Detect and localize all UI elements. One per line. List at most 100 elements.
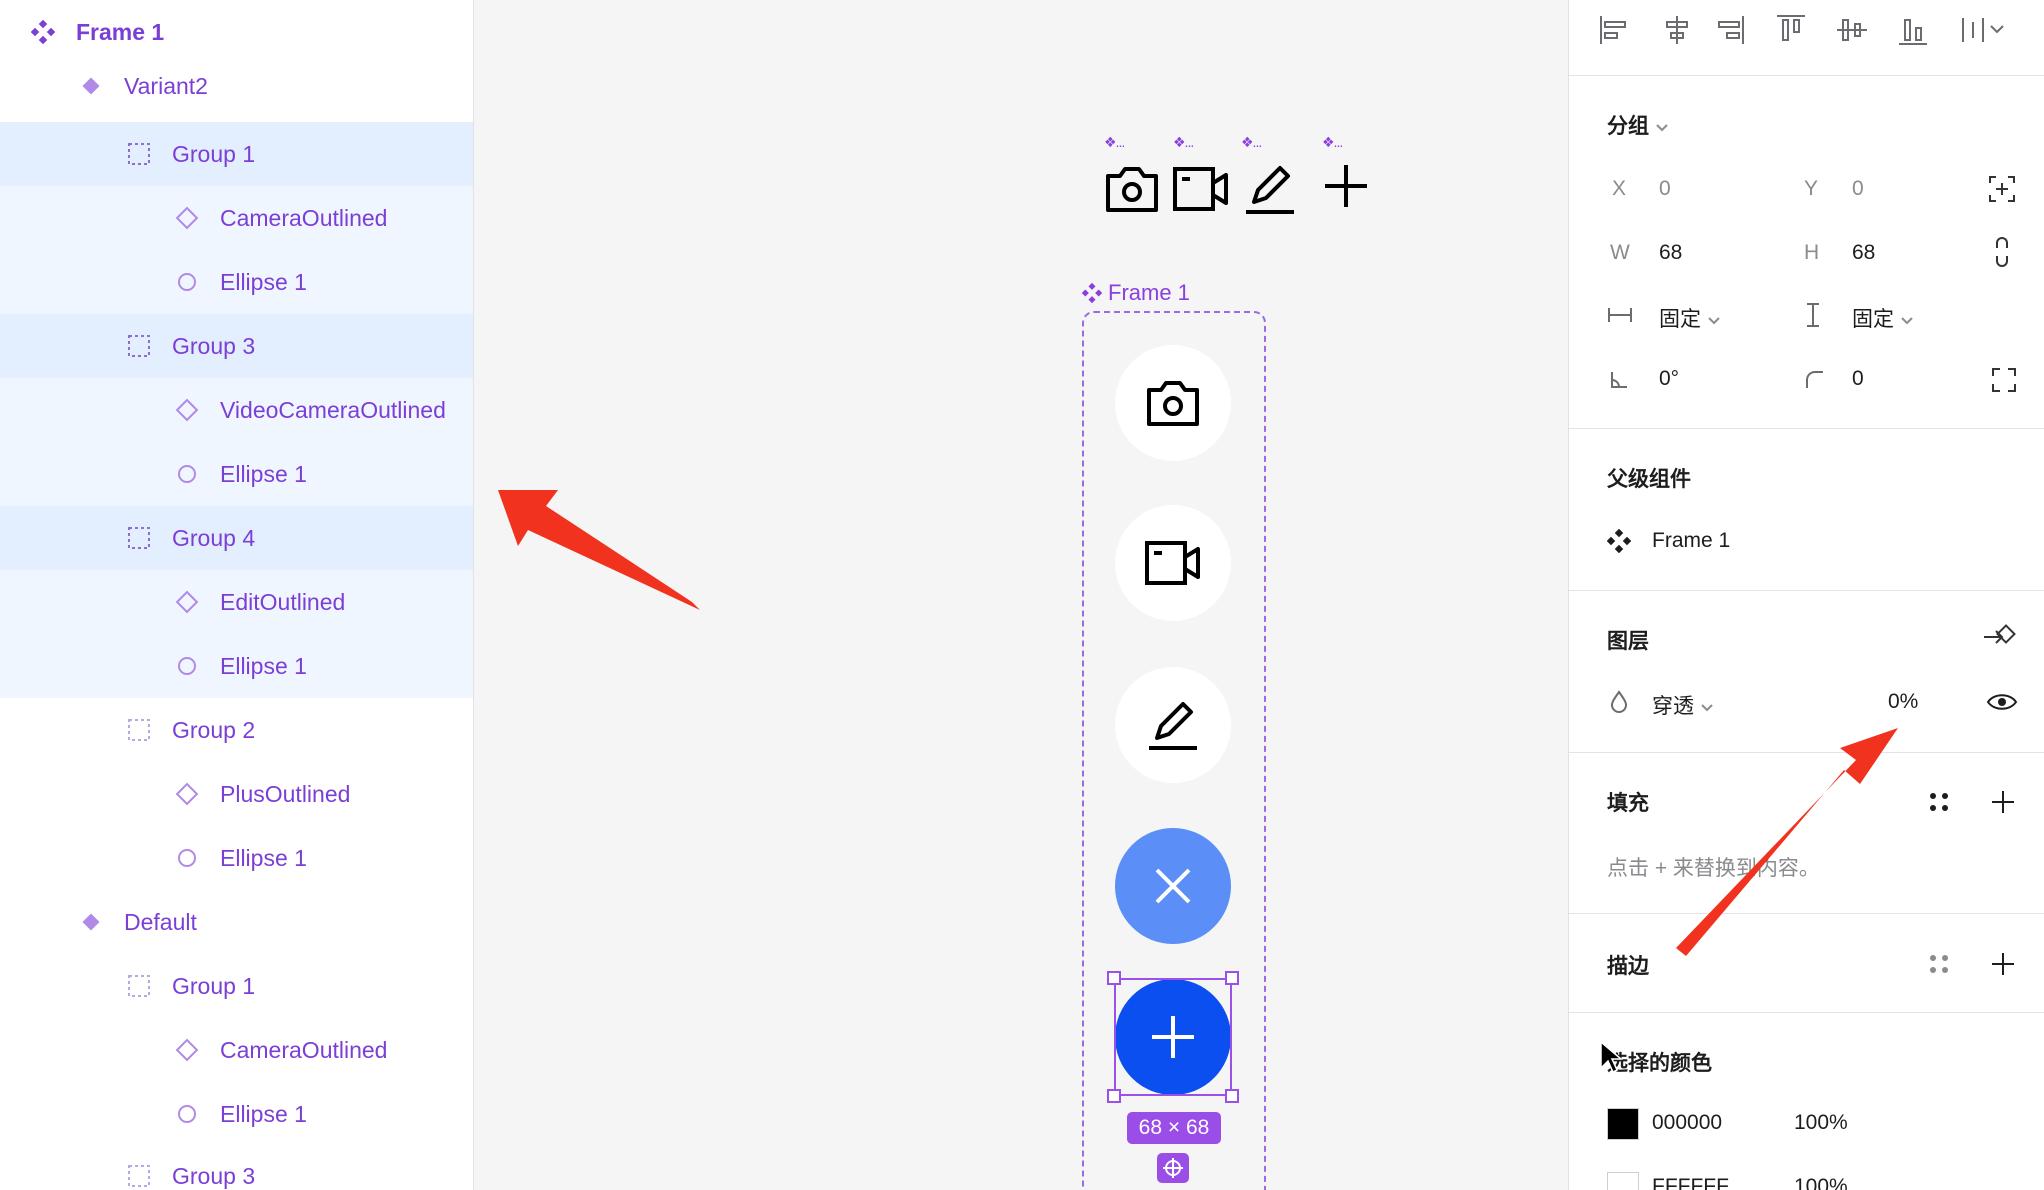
edit-button[interactable]	[1115, 667, 1231, 783]
style-grid-icon[interactable]	[1927, 790, 1951, 814]
layer-row-edit[interactable]: EditOutlined	[0, 570, 473, 634]
stroke-section-title: 描边	[1607, 955, 1649, 978]
layer-row-ellipse[interactable]: Ellipse 1	[0, 634, 473, 698]
chevron-down-icon	[1708, 317, 1720, 325]
variant-diamond-icon	[78, 909, 104, 935]
layer-row-group1[interactable]: Group 1	[0, 954, 473, 1018]
frame-label-text: Frame 1	[1108, 280, 1190, 305]
group-icon	[126, 525, 152, 551]
plus-outlined-icon[interactable]	[1322, 162, 1370, 210]
group-icon	[126, 717, 152, 743]
component-tag[interactable]: ❖...	[1241, 134, 1262, 151]
layer-label: Ellipse 1	[220, 652, 307, 679]
layer-row-group4[interactable]: Group 4	[0, 506, 473, 570]
camera-icon	[1147, 381, 1199, 426]
color-swatch[interactable]	[1607, 1172, 1639, 1190]
component-tag[interactable]: ❖...	[1322, 134, 1343, 151]
edit-icon	[1149, 702, 1197, 750]
layer-row-videocamera[interactable]: VideoCameraOutlined	[0, 378, 473, 442]
instance-diamond-icon	[174, 1037, 200, 1063]
ellipse-icon	[174, 461, 200, 487]
video-camera-outlined-icon[interactable]	[1172, 166, 1230, 212]
parent-component-link[interactable]: Frame 1	[1652, 529, 1730, 553]
eye-icon[interactable]	[1986, 690, 2018, 714]
width-field[interactable]: 68	[1659, 241, 1682, 265]
layer-row-ellipse[interactable]: Ellipse 1	[0, 826, 473, 890]
component-tag[interactable]: ❖...	[1104, 134, 1125, 151]
camera-button[interactable]	[1115, 345, 1231, 461]
layer-label: VideoCameraOutlined	[220, 396, 446, 423]
layer-row-ellipse[interactable]: Ellipse 1	[0, 442, 473, 506]
blend-mode-dropdown[interactable]: 穿透	[1652, 690, 1714, 720]
layer-section-title: 图层	[1607, 630, 1649, 653]
layer-label: Default	[124, 908, 197, 935]
layer-row-camera[interactable]: CameraOutlined	[0, 1018, 473, 1082]
instance-diamond-icon	[174, 205, 200, 231]
camera-outlined-icon[interactable]	[1104, 164, 1160, 214]
color-swatch[interactable]	[1607, 1108, 1639, 1140]
layer-row-ellipse[interactable]: Ellipse 1	[0, 1082, 473, 1146]
target-icon[interactable]	[1157, 1153, 1189, 1183]
video-camera-button[interactable]	[1115, 505, 1231, 621]
fill-hint: 点击 + 来替换到内容。	[1607, 857, 1820, 880]
position-icon[interactable]	[1987, 174, 2017, 204]
layers-panel: Frame 1 Variant2 Group 1 CameraOutlined …	[0, 0, 474, 1190]
constrain-proportions-icon[interactable]	[1993, 236, 2011, 268]
layer-row-ellipse[interactable]: Ellipse 1	[0, 250, 473, 314]
add-stroke-icon[interactable]	[1990, 951, 2016, 977]
resize-handle-tl[interactable]	[1107, 971, 1121, 985]
align-toolbar[interactable]	[1597, 10, 2037, 50]
layer-row-group3[interactable]: Group 3	[0, 1144, 473, 1190]
ellipse-icon	[174, 269, 200, 295]
layer-label: Group 1	[172, 972, 256, 999]
layer-row-plus[interactable]: PlusOutlined	[0, 762, 473, 826]
independent-corners-icon[interactable]	[1991, 367, 2017, 393]
close-icon	[1155, 868, 1191, 904]
vertical-constraint-dropdown[interactable]: 固定	[1852, 303, 1914, 333]
resize-handle-br[interactable]	[1225, 1089, 1239, 1103]
add-fill-icon[interactable]	[1990, 789, 2016, 815]
opacity-field[interactable]: 0%	[1888, 690, 1918, 714]
x-field[interactable]: 0	[1659, 177, 1671, 201]
edit-outlined-icon[interactable]	[1244, 162, 1296, 216]
resize-handle-bl[interactable]	[1107, 1089, 1121, 1103]
group-section-title[interactable]: 分组	[1607, 110, 1669, 140]
layer-row-camera[interactable]: CameraOutlined	[0, 186, 473, 250]
instance-diamond-icon	[174, 781, 200, 807]
layer-label: CameraOutlined	[220, 1036, 388, 1063]
component-icon	[1082, 283, 1102, 303]
color-opacity[interactable]: 100%	[1794, 1175, 1848, 1190]
group-icon	[126, 973, 152, 999]
design-canvas[interactable]	[474, 0, 1568, 1190]
detach-icon[interactable]	[1982, 622, 2018, 652]
color-opacity[interactable]: 100%	[1794, 1111, 1848, 1135]
parent-component-title: 父级组件	[1607, 468, 1691, 491]
radius-field[interactable]: 0	[1852, 367, 1864, 391]
height-field[interactable]: 68	[1852, 241, 1875, 265]
layer-row-variant2[interactable]: Variant2	[0, 54, 473, 118]
style-grid-icon[interactable]	[1927, 952, 1951, 976]
horizontal-constraint-dropdown[interactable]: 固定	[1659, 303, 1721, 333]
resize-handle-tr[interactable]	[1225, 971, 1239, 985]
group-icon	[126, 141, 152, 167]
layer-label: EditOutlined	[220, 588, 346, 615]
layer-row-group2[interactable]: Group 2	[0, 698, 473, 762]
instance-diamond-icon	[174, 589, 200, 615]
layer-row-group1[interactable]: Group 1	[0, 122, 473, 186]
color-hex[interactable]: FFFFFF	[1652, 1175, 1729, 1190]
layer-label: Ellipse 1	[220, 844, 307, 871]
instance-diamond-icon	[174, 397, 200, 423]
component-icon	[1607, 529, 1631, 553]
horizontal-resize-icon	[1608, 308, 1632, 322]
layer-label: Ellipse 1	[220, 268, 307, 295]
vertical-resize-icon	[1807, 303, 1819, 327]
close-button[interactable]	[1115, 828, 1231, 944]
rotation-field[interactable]: 0°	[1659, 367, 1679, 391]
y-field[interactable]: 0	[1852, 177, 1864, 201]
layer-row-group3[interactable]: Group 3	[0, 314, 473, 378]
frame-label[interactable]: Frame 1	[1082, 280, 1190, 306]
component-tag[interactable]: ❖...	[1173, 134, 1194, 151]
layer-row-default[interactable]: Default	[0, 890, 473, 954]
color-hex[interactable]: 000000	[1652, 1111, 1722, 1135]
selection-box[interactable]	[1114, 978, 1232, 1096]
